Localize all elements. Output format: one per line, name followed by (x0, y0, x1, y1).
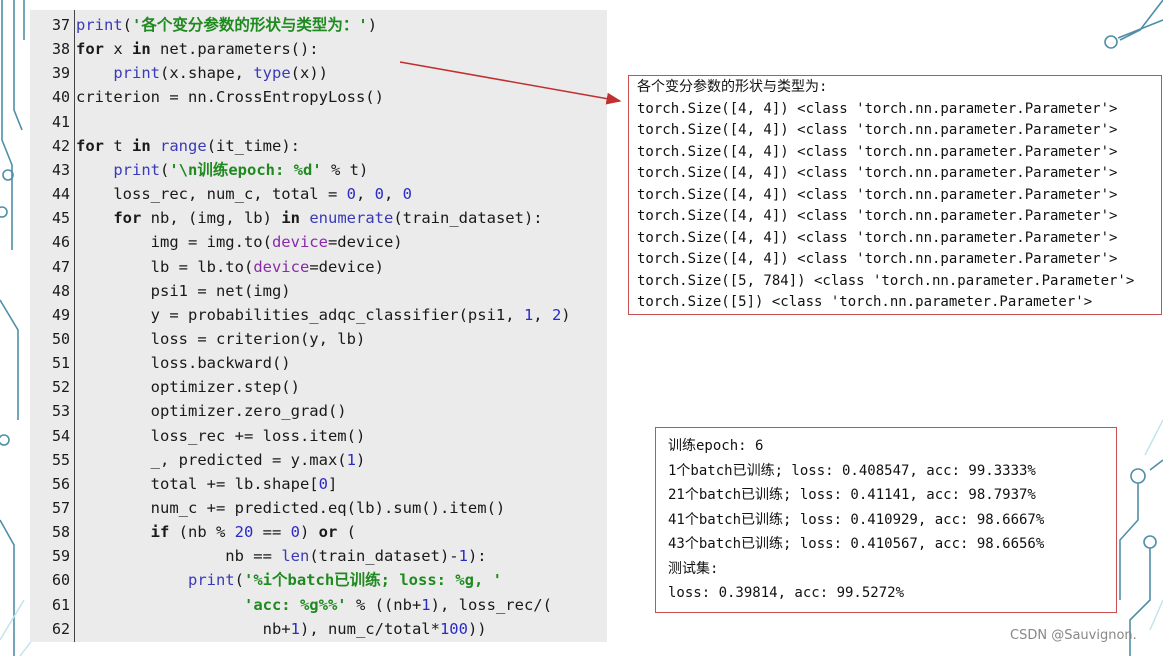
output-line: 41个batch已训练; loss: 0.410929, acc: 98.666… (668, 511, 1045, 528)
line-number: 45 (51, 209, 70, 228)
code-text: print(x.shape, type(x)) (113, 64, 328, 83)
line-number: 60 (51, 571, 70, 590)
code-text: num_c += predicted.eq(lb).sum().item() (76, 499, 506, 517)
output-line: torch.Size([4, 4]) <class 'torch.nn.para… (637, 208, 1118, 224)
line-number: 50 (51, 329, 70, 348)
watermark: CSDN @Sauvignon. (1010, 628, 1137, 643)
output-line: torch.Size([5, 784]) <class 'torch.nn.pa… (637, 272, 1135, 289)
code-line[interactable]: 53 optimizer.zero_grad() (30, 399, 607, 423)
output-line: loss: 0.39814, acc: 99.5272% (668, 585, 905, 601)
line-number: 40 (51, 88, 70, 107)
line-number: 55 (51, 450, 70, 469)
output-parameters-box: 各个变分参数的形状与类型为: torch.Size([4, 4]) <class … (628, 75, 1162, 315)
code-line[interactable]: 46 img = img.to(device=device) (30, 230, 607, 254)
output-line: torch.Size([4, 4]) <class 'torch.nn.para… (637, 186, 1118, 203)
code-text: print('各个变分参数的形状与类型为：') (76, 16, 378, 34)
output-line: 测试集: (668, 560, 719, 577)
code-line[interactable]: 57 num_c += predicted.eq(lb).sum().item(… (30, 496, 607, 520)
code-text: nb+1), num_c/total*100)) (76, 619, 487, 638)
line-number: 56 (51, 474, 70, 493)
output-line: torch.Size([4, 4]) <class 'torch.nn.para… (637, 122, 1118, 138)
output-line: torch.Size([4, 4]) <class 'torch.nn.para… (637, 251, 1118, 267)
line-number: 41 (51, 112, 70, 131)
output-line: torch.Size([4, 4]) <class 'torch.nn.para… (637, 229, 1118, 246)
code-text: for t in range(it_time): (76, 136, 301, 155)
output-training-box: 训练epoch: 6 1个batch已训练; loss: 0.408547, ac… (655, 427, 1117, 613)
code-line[interactable]: 61 'acc: %g%%' % ((nb+1), loss_rec/( (30, 593, 607, 617)
code-line[interactable]: 43 print('\n训练epoch: %d' % t) (30, 158, 607, 182)
line-number: 46 (51, 233, 70, 252)
code-line[interactable]: 49 y = probabilities_adqc_classifier(psi… (30, 303, 607, 327)
code-text: 'acc: %g%%' % ((nb+1), loss_rec/( (243, 595, 552, 614)
output-line: torch.Size([4, 4]) <class 'torch.nn.para… (637, 143, 1118, 160)
code-line[interactable]: 48 psi1 = net(img) (30, 279, 607, 303)
code-line[interactable]: 54 loss_rec += loss.item() (30, 424, 607, 448)
code-line[interactable]: 51 loss.backward() (30, 351, 607, 375)
output-line: torch.Size([5]) <class 'torch.nn.paramet… (637, 294, 1093, 310)
line-number: 59 (51, 547, 70, 566)
code-text: optimizer.zero_grad() (76, 402, 347, 421)
line-number: 42 (51, 136, 70, 155)
code-line[interactable]: 58 if (nb % 20 == 0) or ( (30, 520, 607, 544)
code-text: optimizer.step() (76, 378, 300, 397)
code-text: loss_rec, num_c, total = 0, 0, 0 (76, 185, 412, 204)
code-text: img = img.to(device=device) (76, 233, 403, 252)
code-line[interactable]: 37 print('各个变分参数的形状与类型为：') (30, 13, 607, 37)
output-line: 1个batch已训练; loss: 0.408547, acc: 99.3333… (668, 462, 1036, 479)
code-line[interactable]: 44 loss_rec, num_c, total = 0, 0, 0 (30, 182, 607, 206)
code-text: print('%i个batch已训练; loss: %g, ' (187, 571, 502, 590)
code-line[interactable]: 50 loss = criterion(y, lb) (30, 327, 607, 351)
code-line[interactable]: 55 _, predicted = y.max(1) (30, 448, 607, 472)
code-line[interactable]: 41 (30, 110, 607, 134)
code-line[interactable]: 62 nb+1), num_c/total*100)) (30, 617, 607, 641)
output-line: 43个batch已训练; loss: 0.410567, acc: 98.665… (668, 536, 1045, 552)
code-text: loss = criterion(y, lb) (76, 329, 366, 348)
code-text: psi1 = net(img) (76, 281, 291, 300)
code-text: total += lb.shape[0] (76, 474, 338, 493)
code-line[interactable]: 52 optimizer.step() (30, 375, 607, 399)
output-line: 训练epoch: 6 (668, 438, 764, 454)
line-number: 48 (51, 281, 70, 300)
code-line[interactable]: 59 nb == len(train_dataset)-1): (30, 544, 607, 568)
output-line: torch.Size([4, 4]) <class 'torch.nn.para… (637, 100, 1118, 117)
output-line: torch.Size([4, 4]) <class 'torch.nn.para… (637, 165, 1118, 181)
code-text: for x in net.parameters(): (76, 40, 319, 59)
code-editor[interactable]: 37 print('各个变分参数的形状与类型为：') 38 for x in net.… (30, 10, 607, 642)
line-number: 58 (51, 523, 70, 542)
line-number: 39 (51, 64, 70, 83)
output-line: 各个变分参数的形状与类型为: (637, 79, 828, 95)
code-text: _, predicted = y.max(1) (76, 450, 366, 469)
code-text: loss.backward() (76, 354, 291, 373)
code-text: lb = lb.to(device=device) (76, 257, 384, 276)
line-number: 37 (51, 16, 70, 34)
line-number: 54 (51, 426, 70, 445)
line-number: 53 (51, 402, 70, 421)
line-number: 49 (51, 305, 70, 324)
code-line[interactable]: 60 print('%i个batch已训练; loss: %g, ' (30, 568, 607, 592)
line-number: 43 (51, 160, 70, 179)
output-line: 21个batch已训练; loss: 0.41141, acc: 98.7937… (668, 487, 1036, 503)
line-number: 44 (51, 185, 70, 204)
line-number: 38 (51, 40, 70, 59)
code-text: nb == len(train_dataset)-1): (76, 547, 487, 566)
code-line[interactable]: 47 lb = lb.to(device=device) (30, 255, 607, 279)
code-line[interactable]: 45 for nb, (img, lb) in enumerate(train_… (30, 206, 607, 230)
code-line[interactable]: 42 for t in range(it_time): (30, 134, 607, 158)
line-number: 57 (51, 499, 70, 517)
code-line[interactable]: 40 criterion = nn.CrossEntropyLoss() (30, 85, 607, 109)
line-number: 51 (51, 354, 70, 373)
line-number: 62 (51, 619, 70, 638)
line-number: 52 (51, 378, 70, 397)
line-number: 47 (51, 257, 70, 276)
code-text: print('\n训练epoch: %d' % t) (113, 160, 369, 179)
code-line[interactable]: 56 total += lb.shape[0] (30, 472, 607, 496)
code-line[interactable]: 38 for x in net.parameters(): (30, 37, 607, 61)
code-text: criterion = nn.CrossEntropyLoss() (76, 88, 384, 107)
code-text: y = probabilities_adqc_classifier(psi1, … (76, 305, 571, 324)
code-text: if (nb % 20 == 0) or ( (150, 523, 357, 542)
code-line[interactable]: 39 print(x.shape, type(x)) (30, 61, 607, 85)
code-text: for nb, (img, lb) in enumerate(train_dat… (113, 209, 543, 228)
line-number: 61 (51, 595, 70, 614)
code-text: loss_rec += loss.item() (76, 426, 366, 445)
